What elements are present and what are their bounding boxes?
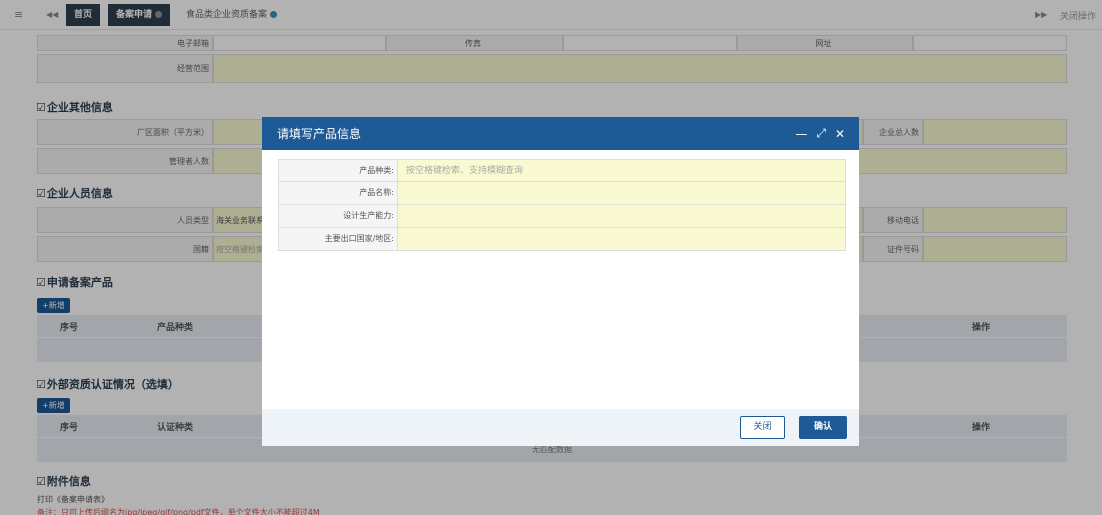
dialog-footer: 关闭 确认 bbox=[262, 409, 859, 446]
product-type-label: 产品种类: bbox=[278, 159, 398, 182]
confirm-button[interactable]: 确认 bbox=[799, 416, 847, 439]
export-region-input[interactable] bbox=[398, 228, 846, 251]
form-row-product-type: 产品种类: 按空格键检索、支持模糊查询 bbox=[278, 159, 846, 182]
capacity-input[interactable] bbox=[398, 205, 846, 228]
form-row-export-region: 主要出口国家/地区: bbox=[278, 228, 846, 251]
close-button[interactable]: 关闭 bbox=[740, 416, 785, 439]
form-row-capacity: 设计生产能力: bbox=[278, 205, 846, 228]
dialog-header: 请填写产品信息 — ⤢ ✕ bbox=[262, 117, 859, 150]
form-row-product-name: 产品名称: bbox=[278, 182, 846, 205]
minimize-icon[interactable]: — bbox=[795, 127, 807, 141]
product-dialog: 请填写产品信息 — ⤢ ✕ 产品种类: 按空格键检索、支持模糊查询 产品名称: 设… bbox=[262, 117, 859, 446]
product-form: 产品种类: 按空格键检索、支持模糊查询 产品名称: 设计生产能力: 主要出口国家/… bbox=[278, 159, 846, 251]
close-icon[interactable]: ✕ bbox=[835, 127, 845, 141]
product-type-input[interactable]: 按空格键检索、支持模糊查询 bbox=[398, 159, 846, 182]
export-region-label: 主要出口国家/地区: bbox=[278, 228, 398, 251]
dialog-title: 请填写产品信息 bbox=[277, 127, 362, 141]
product-name-label: 产品名称: bbox=[278, 182, 398, 205]
product-name-input[interactable] bbox=[398, 182, 846, 205]
capacity-label: 设计生产能力: bbox=[278, 205, 398, 228]
maximize-icon[interactable]: ⤢ bbox=[816, 126, 826, 141]
